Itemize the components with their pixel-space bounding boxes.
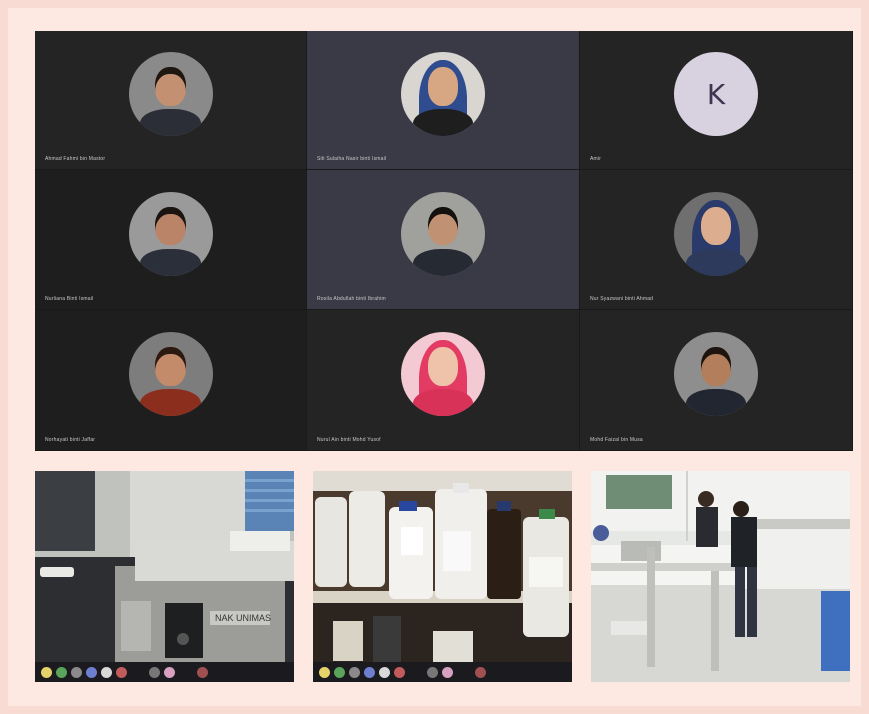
participant-tile[interactable]: Ahmad Fahmi bin Mastor (35, 31, 307, 170)
avatar: K (674, 52, 758, 136)
taskbar-app-icon[interactable] (56, 666, 67, 678)
avatar (401, 52, 485, 136)
avatar (128, 332, 213, 416)
taskbar-app-icon[interactable] (101, 666, 112, 678)
participant-name: Siti Sulaiha Nasir binti Ismail (317, 156, 387, 162)
participant-name: Nurliana Binti Ismail (45, 296, 94, 302)
participant-name: Ahmad Fahmi bin Mastor (45, 156, 106, 162)
participant-name: Nurul Ain binti Mohd Yusof (317, 437, 381, 443)
taskbar (313, 662, 572, 682)
participant-name: Rosila Abdullah binti Ibrahim (317, 296, 386, 302)
taskbar-app-icon[interactable] (475, 666, 486, 678)
avatar (128, 52, 213, 136)
taskbar-app-icon[interactable] (149, 666, 160, 678)
taskbar-app-icon[interactable] (394, 666, 405, 678)
participant-tile[interactable]: Rosila Abdullah binti Ibrahim (307, 170, 580, 310)
avatar (128, 191, 213, 276)
avatar (674, 191, 758, 276)
taskbar-app-icon[interactable] (427, 666, 438, 678)
taskbar-app-icon[interactable] (334, 666, 345, 678)
taskbar (35, 662, 294, 682)
taskbar-app-icon[interactable] (197, 666, 208, 678)
lab-equipment-photo: NAK UNIMAS (35, 471, 294, 682)
taskbar-app-icon[interactable] (164, 666, 175, 678)
taskbar-app-icon[interactable] (71, 666, 82, 678)
lab-equipment-image: NAK UNIMAS (35, 471, 294, 662)
participant-name: Nur Syazwani binti Ahmad (590, 296, 654, 302)
chemical-shelf-photo (313, 471, 572, 682)
participant-tile[interactable]: Nurul Ain binti Mohd Yusof (307, 310, 580, 451)
taskbar-app-icon[interactable] (379, 666, 390, 678)
participant-name: Mohd Faizal bin Musa (590, 437, 643, 443)
participant-tile[interactable]: K Amir (580, 31, 853, 170)
participant-tile[interactable]: Mohd Faizal bin Musa (580, 310, 853, 451)
taskbar-app-icon[interactable] (86, 666, 97, 678)
participant-name: Amir (590, 156, 602, 162)
video-call-grid: Ahmad Fahmi bin Mastor Siti Sulaiha Nasir… (35, 31, 853, 451)
taskbar-app-icon[interactable] (116, 666, 127, 678)
taskbar-app-icon[interactable] (349, 666, 360, 678)
taskbar-app-icon[interactable] (41, 666, 52, 678)
avatar (401, 191, 485, 276)
device-label: NAK UNIMAS (215, 613, 271, 623)
participant-tile[interactable]: Nur Syazwani binti Ahmad (580, 170, 853, 310)
taskbar-app-icon[interactable] (319, 666, 330, 678)
participant-tile[interactable]: Nurliana Binti Ismail (35, 170, 307, 310)
participant-tile[interactable]: Norhayati binti Jaffar (35, 310, 307, 451)
avatar (674, 332, 758, 416)
taskbar-app-icon[interactable] (364, 666, 375, 678)
laboratory-room-image (591, 471, 850, 682)
taskbar-app-icon[interactable] (442, 666, 453, 678)
laboratory-room-photo (591, 471, 850, 682)
chemical-shelf-image (313, 471, 572, 662)
avatar (401, 332, 485, 416)
participant-tile[interactable]: Siti Sulaiha Nasir binti Ismail (307, 31, 580, 170)
participant-name: Norhayati binti Jaffar (45, 437, 96, 443)
